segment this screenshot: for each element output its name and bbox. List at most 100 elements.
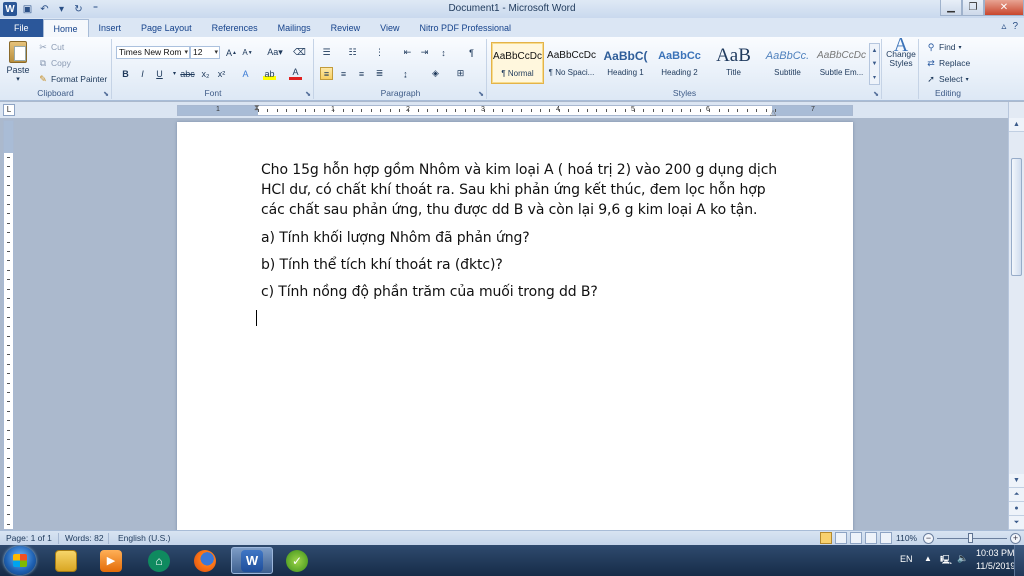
next-page-icon[interactable]: ⏷ xyxy=(1009,516,1024,530)
copy-button[interactable]: ⧉ Copy xyxy=(38,58,71,69)
save-icon[interactable]: ▣ xyxy=(21,3,34,16)
italic-button[interactable]: I xyxy=(136,67,149,80)
text-effects-icon[interactable]: A xyxy=(239,67,252,80)
bold-button[interactable]: B xyxy=(119,67,132,80)
tab-file[interactable]: File xyxy=(0,19,43,37)
align-left-button[interactable]: ≡ xyxy=(320,67,333,80)
styles-gallery-scroll[interactable]: ▲ ▼ ▾ xyxy=(869,43,880,85)
clock-date[interactable]: 11/5/2019 xyxy=(976,561,1015,571)
find-button[interactable]: ⚲ Find ▾ xyxy=(926,42,962,53)
numbering-icon[interactable]: ☷ xyxy=(346,46,359,59)
web-layout-view-icon[interactable] xyxy=(850,532,862,544)
zoom-level[interactable]: 110% xyxy=(896,533,917,543)
show-desktop-button[interactable] xyxy=(1014,545,1024,576)
document-paragraph[interactable]: b) Tính thể tích khí thoát ra (đktc)? xyxy=(261,255,781,275)
zoom-slider-handle[interactable] xyxy=(968,533,973,543)
styles-launcher-icon[interactable]: ⬊ xyxy=(873,90,879,98)
minimize-ribbon-icon[interactable]: ▵ xyxy=(1001,21,1006,32)
format-painter-button[interactable]: ✎ Format Painter xyxy=(38,74,107,85)
tab-page-layout[interactable]: Page Layout xyxy=(131,19,202,37)
change-case-icon[interactable]: Aa▾ xyxy=(265,46,285,59)
shading-icon[interactable]: ◈ xyxy=(429,67,442,80)
font-launcher-icon[interactable]: ⬊ xyxy=(305,90,311,98)
document-paragraph[interactable]: c) Tính nồng độ phần trăm của muối trong… xyxy=(261,282,781,302)
word-count[interactable]: Words: 82 xyxy=(65,533,104,543)
zoom-in-button[interactable]: + xyxy=(1010,533,1021,544)
bullets-icon[interactable]: ☰ xyxy=(320,46,333,59)
network-icon[interactable]: 🖳 xyxy=(940,553,952,569)
shrink-font-icon[interactable]: A ▼ xyxy=(241,46,254,59)
superscript-icon[interactable]: x² xyxy=(215,67,228,80)
multilevel-list-icon[interactable]: ⋮ xyxy=(373,46,386,59)
draft-view-icon[interactable] xyxy=(880,532,892,544)
dropdown-icon[interactable]: ▾ xyxy=(55,3,68,16)
taskbar-media-player[interactable]: ▶ xyxy=(91,547,131,574)
tab-references[interactable]: References xyxy=(202,19,268,37)
style-no-spacing[interactable]: AaBbCcDc ¶ No Spaci... xyxy=(545,42,598,84)
undo-icon[interactable]: ↶ xyxy=(38,3,51,16)
underline-dropdown-icon[interactable]: ▾ xyxy=(168,67,181,80)
previous-page-icon[interactable]: ⏶ xyxy=(1009,488,1024,502)
style-heading-1[interactable]: AaBbC( Heading 1 xyxy=(599,42,652,84)
highlight-icon[interactable]: ab xyxy=(263,67,276,80)
taskbar-app-2[interactable]: ✓ xyxy=(277,547,317,574)
underline-button[interactable]: U xyxy=(153,67,166,80)
font-name-box[interactable]: Times New Rom ▾ xyxy=(116,46,190,59)
scroll-up-arrow-icon[interactable]: ▲ xyxy=(1009,118,1024,132)
document-page[interactable]: Cho 15g hỗn hợp gồm Nhôm và kim loại A (… xyxy=(177,122,853,530)
volume-icon[interactable]: 🔈 xyxy=(957,553,968,564)
grow-font-icon[interactable]: A ▲ xyxy=(225,46,238,59)
outline-view-icon[interactable] xyxy=(865,532,877,544)
scroll-down-arrow-icon[interactable]: ▼ xyxy=(1009,474,1024,488)
page-count[interactable]: Page: 1 of 1 xyxy=(6,533,52,543)
document-body[interactable]: Cho 15g hỗn hợp gồm Nhôm và kim loại A (… xyxy=(261,160,781,309)
customize-qat-icon[interactable]: ⁼ xyxy=(89,3,102,16)
document-paragraph[interactable]: a) Tính khối lượng Nhôm đã phản ứng? xyxy=(261,228,781,248)
style-normal[interactable]: AaBbCcDc ¶ Normal xyxy=(491,42,544,84)
scrollbar-thumb[interactable] xyxy=(1011,158,1022,276)
print-layout-view-icon[interactable] xyxy=(820,532,832,544)
word-logo-icon[interactable]: W xyxy=(3,2,17,16)
increase-indent-icon[interactable]: ⇥ xyxy=(418,46,431,59)
full-screen-reading-view-icon[interactable] xyxy=(835,532,847,544)
show-hidden-icons-icon[interactable]: ▲ xyxy=(924,554,932,563)
tab-insert[interactable]: Insert xyxy=(89,19,132,37)
horizontal-ruler[interactable]: 1 1 2 3 4 5 6 7 ⧗ △ xyxy=(177,103,853,117)
redo-icon[interactable]: ↻ xyxy=(72,3,85,16)
zoom-out-button[interactable]: − xyxy=(923,533,934,544)
taskbar-app[interactable]: ⌂ xyxy=(139,547,179,574)
tab-mailings[interactable]: Mailings xyxy=(268,19,321,37)
vertical-ruler[interactable] xyxy=(3,120,14,530)
clear-formatting-icon[interactable]: ⌫ xyxy=(293,46,306,59)
start-button[interactable] xyxy=(4,546,36,575)
borders-icon[interactable]: ⊞ xyxy=(454,67,467,80)
paste-button[interactable]: Paste ▾ xyxy=(4,41,32,85)
select-button[interactable]: ➚ Select ▾ xyxy=(926,74,968,85)
scroll-down-icon[interactable]: ▼ xyxy=(872,61,878,67)
clipboard-launcher-icon[interactable]: ⬊ xyxy=(103,90,109,98)
font-size-box[interactable]: 12 ▾ xyxy=(190,46,220,59)
vertical-scrollbar[interactable]: ▲ ▼ ⏶ ● ⏷ xyxy=(1008,102,1024,530)
replace-button[interactable]: ⇄ Replace xyxy=(926,58,970,69)
document-paragraph[interactable]: Cho 15g hỗn hợp gồm Nhôm và kim loại A (… xyxy=(261,160,781,220)
style-subtle-emphasis[interactable]: AaBbCcDc Subtle Em... xyxy=(815,42,868,84)
cut-button[interactable]: ✂ Cut xyxy=(38,42,64,53)
align-center-button[interactable]: ≡ xyxy=(337,67,350,80)
subscript-icon[interactable]: x₂ xyxy=(199,67,212,80)
sort-icon[interactable]: ↕ xyxy=(437,46,450,59)
taskbar-explorer[interactable] xyxy=(46,547,86,574)
line-spacing-icon[interactable]: ↨ xyxy=(399,67,412,80)
help-icon[interactable]: ? xyxy=(1012,21,1018,32)
justify-button[interactable]: ≣ xyxy=(373,67,386,80)
tab-view[interactable]: View xyxy=(370,19,409,37)
strikethrough-icon[interactable]: abc xyxy=(180,67,195,80)
input-language[interactable]: EN xyxy=(900,554,913,564)
style-subtitle[interactable]: AaBbCc. Subtitle xyxy=(761,42,814,84)
change-styles-button[interactable]: A Change Styles xyxy=(883,35,919,68)
close-button[interactable]: ✕ xyxy=(984,0,1024,16)
tab-home[interactable]: Home xyxy=(42,19,89,37)
tab-review[interactable]: Review xyxy=(321,19,371,37)
align-right-button[interactable]: ≡ xyxy=(355,67,368,80)
document-area[interactable]: Cho 15g hỗn hợp gồm Nhôm và kim loại A (… xyxy=(18,118,1008,530)
font-color-icon[interactable]: A xyxy=(289,67,302,80)
